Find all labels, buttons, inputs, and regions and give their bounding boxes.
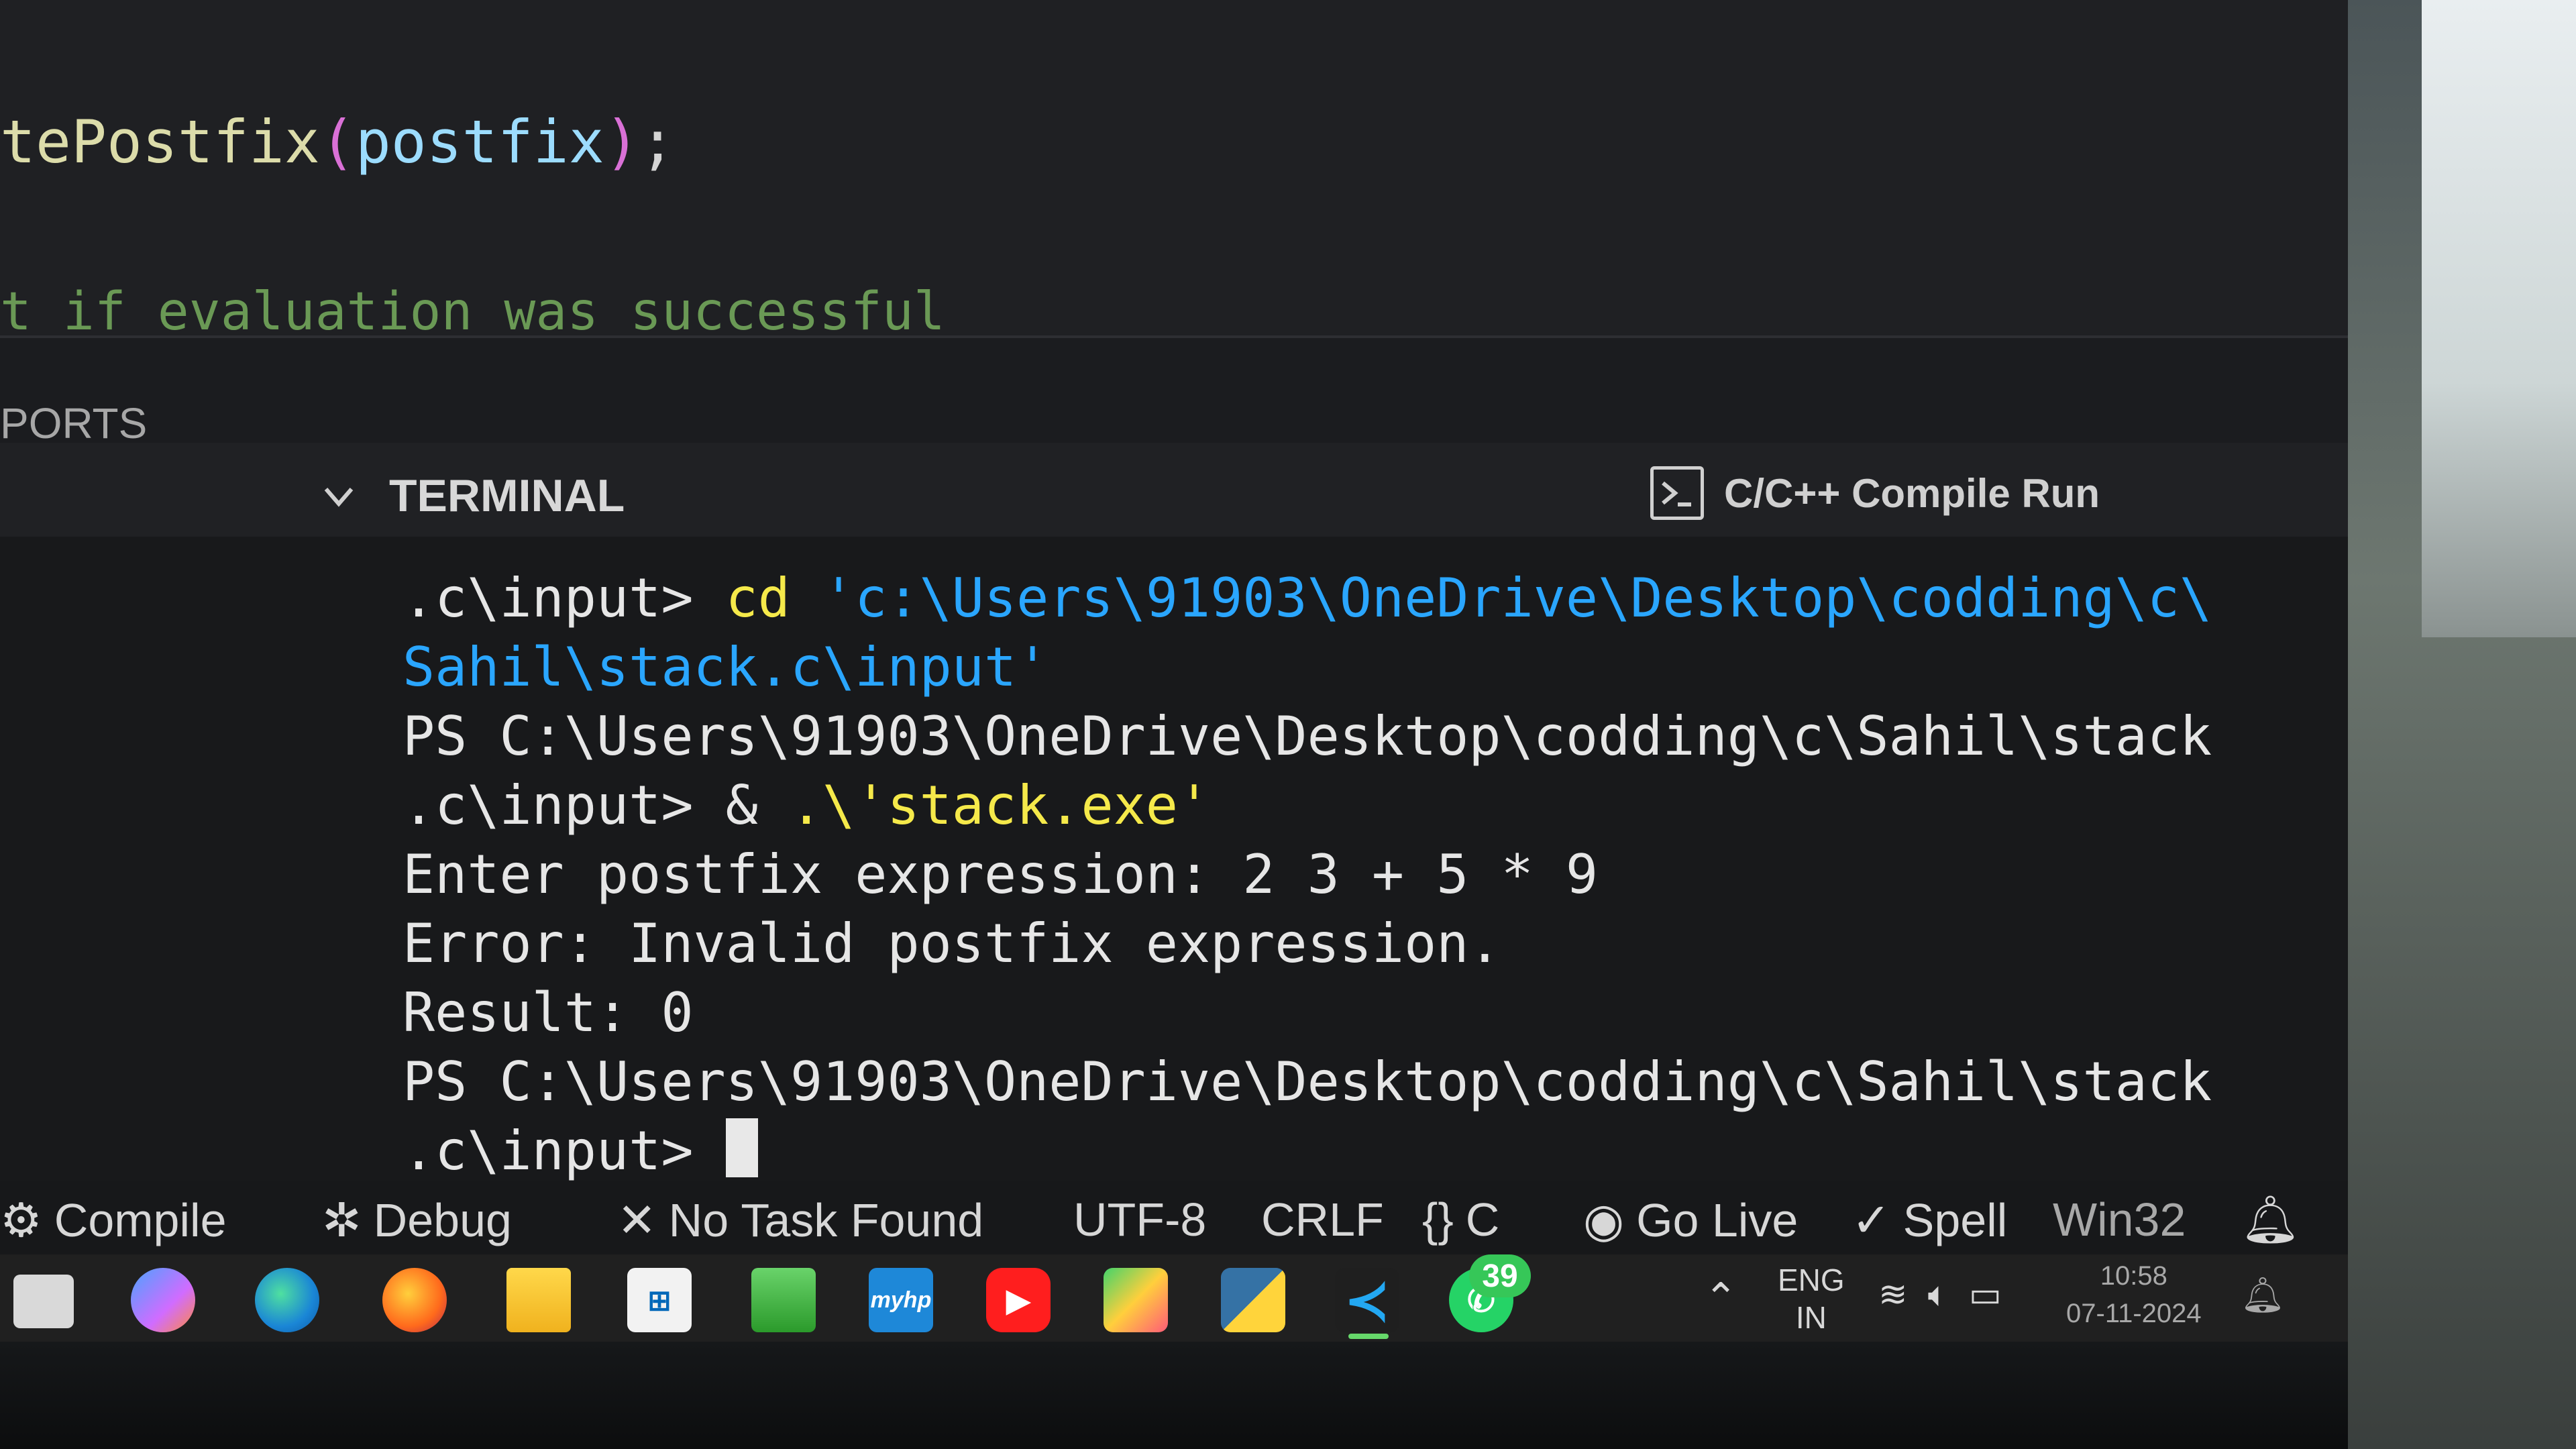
battery-icon[interactable]: ▭ [1969,1275,2002,1316]
tab-ports[interactable]: PORTS [0,398,147,448]
terminal-line: .c\input> [402,1116,2214,1185]
terminal-line: PS C:\Users\91903\OneDrive\Desktop\coddi… [402,1051,2212,1113]
room-background [2348,0,2576,1449]
function-call: tePostfix [0,107,320,176]
terminal-line: Sahil\stack.c\input' [402,633,2214,702]
status-language-label: C [1465,1193,1500,1246]
status-task-button[interactable]: ✕ No Task Found [617,1193,983,1248]
terminal-line: Error: Invalid postfix expression. [402,912,1501,975]
bug-icon: ✲ [322,1194,362,1246]
terminal-section-title[interactable]: TERMINAL [389,470,625,522]
broadcast-icon: ◉ [1583,1194,1625,1246]
terminal-prompt: .c\input> [402,1120,726,1182]
gear-icon: ⚙ [0,1194,42,1246]
status-task-label: No Task Found [668,1194,984,1246]
terminal-string: Sahil\stack.c\input' [402,636,1049,698]
status-bar: ⚙ Compile ✲ Debug ✕ No Task Found UTF-8 … [0,1181,2348,1254]
region-code: IN [1795,1300,1827,1335]
input-language-indicator[interactable]: ENG IN [1778,1261,1845,1336]
terminal-line: Result: 0 [402,981,694,1044]
monitor-screen: tePostfix(postfix); t if evaluation was … [0,0,2348,1342]
terminal-output[interactable]: .c\input> cd 'c:\Users\91903\OneDrive\De… [402,564,2214,1208]
myhp-app-icon[interactable]: myhp [869,1268,933,1332]
terminal-command: .\'stack.exe' [790,774,1211,837]
chevron-down-icon[interactable] [322,480,356,513]
bluestacks-icon[interactable] [1104,1268,1168,1332]
status-compile-button[interactable]: ⚙ Compile [0,1193,227,1248]
close-icon: ✕ [617,1194,657,1246]
terminal-line: .c\input> cd 'c:\Users\91903\OneDrive\De… [402,564,2214,633]
windows-taskbar: ⊞ myhp ▶ ≺ ✆ 39 ⌃ ENG IN ≋ 🔈︎ ▭ 10:58 07… [0,1254,2348,1342]
window-light [2422,0,2576,637]
compile-run-label: C/C++ Compile Run [1724,470,2100,516]
semicolon: ; [639,107,676,176]
clock-date: 07-11-2024 [2066,1299,2202,1328]
status-debug-label: Debug [373,1194,512,1246]
terminal-command: cd [725,567,823,629]
terminal-line: PS C:\Users\91903\OneDrive\Desktop\coddi… [402,705,2212,767]
system-tray-icons: ≋ 🔈︎ ▭ [1878,1275,2002,1316]
code-comment: t if evaluation was successful [0,282,945,342]
python-icon[interactable] [1221,1268,1285,1332]
edge-browser-icon[interactable] [255,1268,319,1332]
check-icon: ✓ [1851,1194,1891,1246]
status-debug-button[interactable]: ✲ Debug [322,1193,512,1248]
notification-bell-icon[interactable]: 🔔︎ [2241,1275,2285,1316]
terminal-cursor[interactable] [725,1118,758,1177]
wifi-icon[interactable]: ≋ [1878,1275,1908,1316]
spell-check-button[interactable]: ✓ Spell [1851,1193,2007,1248]
file-explorer-icon[interactable] [506,1268,571,1332]
code-line: tePostfix(postfix); [0,107,676,176]
vscode-icon[interactable]: ≺ [1335,1268,1399,1332]
monitor-bezel [0,1342,2348,1449]
compile-run-terminal-tab[interactable]: C/C++ Compile Run [1650,463,2100,523]
terminal-prompt: .c\input> [402,567,726,629]
go-live-button[interactable]: ◉ Go Live [1583,1193,1798,1248]
close-paren: ) [604,107,640,176]
microsoft-store-icon[interactable]: ⊞ [627,1268,692,1332]
function-argument: postfix [355,107,604,176]
language-code: ENG [1778,1263,1845,1297]
bell-icon[interactable]: 🔔︎ [2241,1193,2300,1248]
clock-time: 10:58 [2100,1261,2167,1291]
open-paren: ( [319,107,356,176]
terminal-line: Enter postfix expression: 2 3 + 5 * 9 [402,843,1599,906]
spell-label: Spell [1902,1194,2008,1246]
firefox-icon[interactable] [382,1268,447,1332]
status-platform[interactable]: Win32 [2053,1193,2186,1246]
terminal-string: 'c:\Users\91903\OneDrive\Desktop\codding… [822,567,2212,629]
braces-icon: {} [1422,1193,1454,1246]
terminal-prompt: .c\input> [402,774,726,837]
status-language-mode[interactable]: {} C [1422,1193,1499,1246]
terminal-header: TERMINAL C/C++ Compile Run [0,443,2348,537]
volume-icon[interactable]: 🔈︎ [1928,1275,1949,1316]
notes-app-icon[interactable] [751,1268,816,1332]
status-encoding[interactable]: UTF-8 [1073,1193,1206,1246]
chevron-up-icon[interactable]: ⌃ [1704,1275,1737,1322]
start-menu-icon[interactable] [13,1275,74,1328]
status-line-ending[interactable]: CRLF [1261,1193,1384,1246]
status-compile-label: Compile [54,1194,227,1246]
panel-tab-bar: PORTS [0,335,2348,448]
youtube-icon[interactable]: ▶ [986,1268,1051,1332]
copilot-icon[interactable] [131,1268,195,1332]
code-editor[interactable]: tePostfix(postfix); t if evaluation was … [0,0,2348,342]
clock[interactable]: 10:58 07-11-2024 [2066,1257,2202,1332]
go-live-label: Go Live [1636,1194,1799,1246]
terminal-icon [1650,466,1704,520]
active-app-indicator [1348,1334,1389,1339]
notification-count-badge: 39 [1469,1254,1531,1297]
terminal-line: .c\input> & .\'stack.exe' [402,771,2214,840]
terminal-panel: TERMINAL C/C++ Compile Run .c\input> cd … [0,443,2348,1214]
terminal-operator: & [725,774,790,837]
